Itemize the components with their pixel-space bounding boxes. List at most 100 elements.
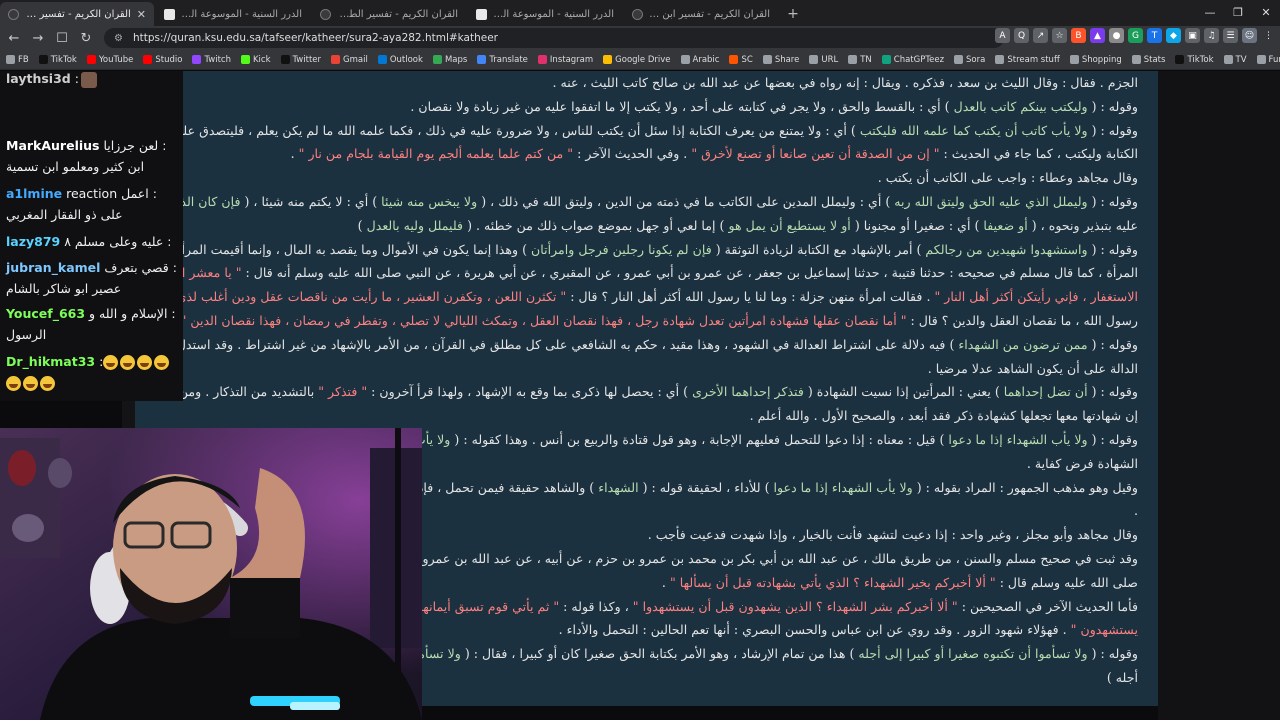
bookmark-item[interactable]: FB: [6, 55, 29, 65]
quran-quote: أن تضل إحداهما: [1003, 384, 1088, 400]
quran-quote: ولا تسأموا أن تكتبوه صغيرا أو كبيرا إلى …: [858, 646, 1088, 662]
extension-icon[interactable]: ◆: [1166, 28, 1181, 43]
extension-icon[interactable]: ⋮: [1261, 28, 1276, 43]
extension-icon[interactable]: ☆: [1052, 28, 1067, 43]
reload-icon[interactable]: ↻: [76, 28, 96, 48]
tab-quran-katheer[interactable]: القرآن الكريم - تفسير ابن كثير - تفسير: [624, 2, 778, 26]
chat-message: MarkAurelius : لعن جرزايا ابن كثير ومعلم…: [6, 135, 182, 177]
quran-quote: أو ضعيفا: [983, 217, 1028, 233]
extension-icon[interactable]: ☺: [1242, 28, 1257, 43]
maximize-icon[interactable]: ❐: [1224, 0, 1252, 24]
laughing-emoji-icon: [40, 376, 55, 391]
url-text[interactable]: https://quran.ksu.edu.sa/tafseer/katheer…: [133, 32, 498, 44]
site-settings-icon[interactable]: ⚙: [114, 33, 123, 44]
tab-dorar-2[interactable]: الدرر السنية - الموسوعة الحديثية - شرح: [468, 2, 622, 26]
bookmark-item[interactable]: ChatGPTeez: [881, 55, 944, 65]
bookmark-item[interactable]: YouTube: [86, 55, 133, 65]
tafsir-text-segment: ) أي : وليملل المدين على الكاتب ما في ذم…: [477, 193, 895, 209]
bookmark-item[interactable]: Google Drive: [603, 54, 671, 65]
bookmark-item[interactable]: SC: [729, 55, 753, 65]
chat-username[interactable]: Dr_hikmat33: [6, 354, 95, 369]
bookmark-item[interactable]: Instagram: [537, 55, 593, 65]
bookmark-item[interactable]: Twitch: [192, 55, 231, 65]
bookmark-favicon-icon: [280, 55, 290, 64]
extension-icon[interactable]: T: [1147, 28, 1162, 43]
extension-icon[interactable]: ☰: [1223, 28, 1238, 43]
extension-icon[interactable]: ▲: [1090, 28, 1105, 43]
new-tab-button[interactable]: +: [780, 2, 806, 26]
forward-icon[interactable]: →: [28, 28, 48, 48]
bookmark-label: Shopping: [1081, 54, 1122, 65]
extension-icon[interactable]: Q: [1014, 28, 1029, 43]
quran-quote: ولا يأب كاتب أن يكتب كما علمه الله فليكت…: [859, 122, 1088, 138]
browser-toolbar: ← → ☐ ↻ ⚙ https://quran.ksu.edu.sa/tafse…: [0, 26, 1280, 50]
bookmark-item[interactable]: Outlook: [377, 54, 423, 65]
tafsir-text-segment: ) يعني : المرأتين إذا نسيت الشهادة (: [803, 384, 1004, 400]
bookmark-item[interactable]: Studio: [143, 55, 182, 65]
tab-quran-tabari[interactable]: القرآن الكريم - تفسير الطبري - تفسير: [312, 2, 466, 26]
address-bar[interactable]: ⚙ https://quran.ksu.edu.sa/tafseer/kathe…: [104, 28, 1004, 48]
close-icon[interactable]: ✕: [137, 8, 146, 21]
extension-icon[interactable]: A: [995, 28, 1010, 43]
extension-icon[interactable]: ♫: [1204, 28, 1219, 43]
quran-favicon: [320, 8, 331, 20]
tab-dorar-1[interactable]: الدرر السنية - الموسوعة الحديثية - شرح: [156, 2, 310, 26]
chat-username[interactable]: laythsi3d: [6, 71, 71, 86]
bookmark-item[interactable]: TikTok: [38, 55, 77, 65]
bookmark-item[interactable]: Translate: [477, 55, 528, 65]
bookmark-icon[interactable]: ☐: [52, 28, 72, 48]
bookmark-label: Outlook: [389, 54, 423, 65]
bookmark-item[interactable]: URL: [809, 55, 838, 65]
bookmark-item[interactable]: Stream stuff: [995, 55, 1060, 65]
tab-quran-katheer-active[interactable]: القرآن الكريم - تفسير ابن كثير - تف ✕: [0, 2, 154, 26]
chat-username[interactable]: MarkAurelius: [6, 138, 99, 153]
bookmark-item[interactable]: Arabic: [680, 55, 719, 65]
tab-bar: القرآن الكريم - تفسير ابن كثير - تف ✕ ال…: [0, 0, 1280, 26]
bookmark-item[interactable]: Sora: [954, 55, 985, 65]
bookmark-item[interactable]: Twitter: [280, 55, 321, 65]
chat-username[interactable]: jubran_kamel: [6, 260, 100, 275]
bookmark-favicon-icon: [954, 55, 964, 64]
bookmark-favicon-icon: [537, 55, 547, 64]
bookmark-item[interactable]: Fun: [1256, 55, 1280, 65]
chat-username[interactable]: Youcef_663: [6, 306, 85, 321]
tafsir-text-segment: ) قيل : معناه : إذا دعوا للتحمل فعليهم ا…: [450, 431, 949, 447]
close-window-icon[interactable]: ✕: [1252, 0, 1280, 24]
page-right-margin: [1158, 71, 1280, 720]
bookmark-favicon-icon: [1131, 55, 1141, 64]
bookmark-item[interactable]: Share: [762, 55, 799, 65]
extension-icon[interactable]: ●: [1109, 28, 1124, 43]
bookmark-label: Google Drive: [615, 54, 671, 65]
chat-message: laythsi3d :: [6, 71, 182, 89]
extension-icon[interactable]: ▣: [1185, 28, 1200, 43]
bookmark-item[interactable]: Maps: [432, 55, 467, 65]
bookmark-item[interactable]: TN: [848, 55, 872, 65]
tafsir-text-segment: الجزم . فقال : وقال الليث بن سعد ، فذكره…: [552, 75, 1139, 90]
bookmark-item[interactable]: TikTok: [1175, 55, 1214, 65]
tafsir-text-segment: وقوله : (: [1087, 336, 1138, 352]
extension-icon[interactable]: ↗: [1033, 28, 1048, 43]
bookmark-favicon-icon: [1069, 55, 1079, 64]
laughing-emoji-icon: [103, 355, 119, 370]
tafsir-text-segment: وقال مجاهد وعطاء : واجب على الكاتب أن يك…: [877, 170, 1138, 186]
chat-username[interactable]: lazy879: [6, 234, 60, 249]
chat-username[interactable]: a1lmine: [6, 186, 62, 201]
minimize-icon[interactable]: —: [1196, 0, 1224, 24]
bookmark-item[interactable]: Gmail: [331, 55, 368, 65]
bookmark-item[interactable]: TV: [1223, 55, 1247, 65]
extension-icon[interactable]: G: [1128, 28, 1143, 43]
tafsir-text-segment: وقد ثبت في صحيح مسلم والسنن ، من طريق ما…: [320, 550, 1138, 566]
bookmark-item[interactable]: Kick: [240, 55, 271, 65]
tafsir-text-segment: ، وكذا قوله :: [559, 598, 633, 614]
extension-icon[interactable]: B: [1071, 28, 1086, 43]
bookmark-item[interactable]: Stats: [1131, 55, 1165, 65]
tafsir-line: وقال مجاهد وعطاء : واجب على الكاتب أن يك…: [135, 166, 1138, 190]
tafsir-text-segment: فأما الحديث الآخر في الصحيحين :: [957, 598, 1138, 614]
back-icon[interactable]: ←: [4, 28, 24, 48]
hadith-quote: " إن من الصدقة أن تعين صانعا أو تصنع لأخ…: [691, 146, 940, 162]
tafsir-text-segment: ) أي : بالقسط والحق ، ولا يجر في كتابته …: [410, 98, 954, 114]
bookmark-item[interactable]: Shopping: [1069, 54, 1122, 65]
bookmark-favicon-icon: [432, 55, 442, 64]
hadith-quote: " ألا أخبركم بشر الشهداء ؟ الذين يشهدون …: [632, 598, 958, 614]
dorar-favicon: [164, 8, 175, 20]
